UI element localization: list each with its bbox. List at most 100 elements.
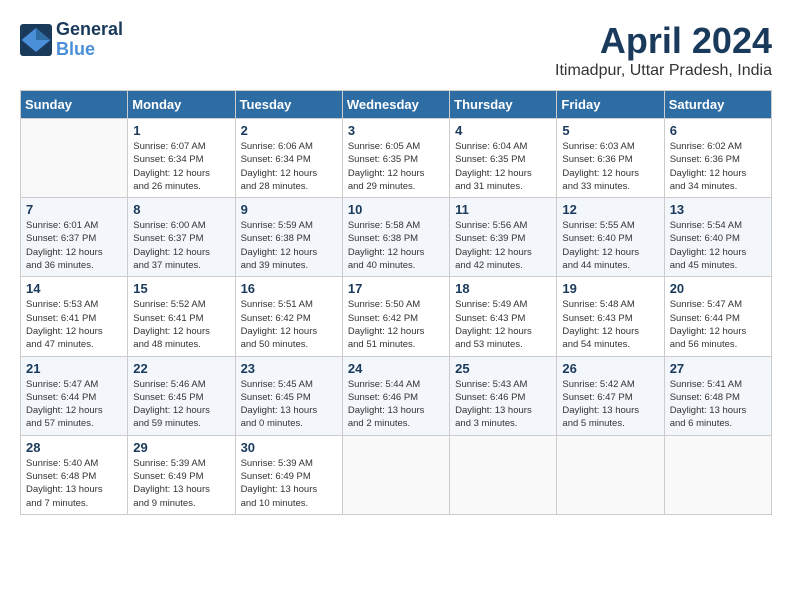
day-info: Sunrise: 5:40 AM Sunset: 6:48 PM Dayligh… [26,457,122,510]
day-number: 4 [455,123,551,138]
day-number: 21 [26,361,122,376]
day-info: Sunrise: 5:53 AM Sunset: 6:41 PM Dayligh… [26,298,122,351]
calendar-cell: 18 Sunrise: 5:49 AM Sunset: 6:43 PM Dayli… [450,277,557,356]
calendar-cell: 23 Sunrise: 5:45 AM Sunset: 6:45 PM Dayli… [235,356,342,435]
day-number: 19 [562,281,658,296]
calendar-cell: 25 Sunrise: 5:43 AM Sunset: 6:46 PM Dayli… [450,356,557,435]
col-header-tuesday: Tuesday [235,91,342,119]
calendar-cell: 8 Sunrise: 6:00 AM Sunset: 6:37 PM Daylig… [128,198,235,277]
calendar-cell: 28 Sunrise: 5:40 AM Sunset: 6:48 PM Dayli… [21,435,128,514]
day-info: Sunrise: 5:49 AM Sunset: 6:43 PM Dayligh… [455,298,551,351]
logo-text: General Blue [56,20,123,60]
calendar-cell [342,435,449,514]
day-info: Sunrise: 5:47 AM Sunset: 6:44 PM Dayligh… [670,298,766,351]
day-info: Sunrise: 5:54 AM Sunset: 6:40 PM Dayligh… [670,219,766,272]
day-info: Sunrise: 5:43 AM Sunset: 6:46 PM Dayligh… [455,378,551,431]
calendar-cell: 29 Sunrise: 5:39 AM Sunset: 6:49 PM Dayli… [128,435,235,514]
day-info: Sunrise: 5:59 AM Sunset: 6:38 PM Dayligh… [241,219,337,272]
calendar-cell: 27 Sunrise: 5:41 AM Sunset: 6:48 PM Dayli… [664,356,771,435]
day-number: 16 [241,281,337,296]
day-number: 22 [133,361,229,376]
calendar-cell: 3 Sunrise: 6:05 AM Sunset: 6:35 PM Daylig… [342,119,449,198]
day-number: 26 [562,361,658,376]
day-number: 6 [670,123,766,138]
day-number: 7 [26,202,122,217]
day-number: 25 [455,361,551,376]
calendar-cell: 12Sunrise: 5:55 AM Sunset: 6:40 PM Dayli… [557,198,664,277]
day-number: 15 [133,281,229,296]
calendar-cell: 19 Sunrise: 5:48 AM Sunset: 6:43 PM Dayli… [557,277,664,356]
calendar-cell: 1 Sunrise: 6:07 AM Sunset: 6:34 PM Daylig… [128,119,235,198]
calendar-subtitle: Itimadpur, Uttar Pradesh, India [555,62,772,80]
day-info: Sunrise: 5:42 AM Sunset: 6:47 PM Dayligh… [562,378,658,431]
day-info: Sunrise: 5:51 AM Sunset: 6:42 PM Dayligh… [241,298,337,351]
day-number: 10 [348,202,444,217]
day-number: 2 [241,123,337,138]
day-number: 17 [348,281,444,296]
logo: General Blue [20,20,123,60]
calendar-cell: 14 Sunrise: 5:53 AM Sunset: 6:41 PM Dayli… [21,277,128,356]
day-info: Sunrise: 5:44 AM Sunset: 6:46 PM Dayligh… [348,378,444,431]
calendar-cell: 16 Sunrise: 5:51 AM Sunset: 6:42 PM Dayli… [235,277,342,356]
calendar-cell: 13 Sunrise: 5:54 AM Sunset: 6:40 PM Dayli… [664,198,771,277]
calendar-cell: 21 Sunrise: 5:47 AM Sunset: 6:44 PM Dayli… [21,356,128,435]
day-number: 8 [133,202,229,217]
calendar-cell: 7 Sunrise: 6:01 AM Sunset: 6:37 PM Daylig… [21,198,128,277]
calendar-table: SundayMondayTuesdayWednesdayThursdayFrid… [20,90,772,515]
calendar-cell: 10 Sunrise: 5:58 AM Sunset: 6:38 PM Dayli… [342,198,449,277]
calendar-cell [664,435,771,514]
calendar-cell: 6 Sunrise: 6:02 AM Sunset: 6:36 PM Daylig… [664,119,771,198]
day-number: 24 [348,361,444,376]
calendar-title: April 2024 [555,20,772,62]
day-number: 18 [455,281,551,296]
day-number: 20 [670,281,766,296]
col-header-saturday: Saturday [664,91,771,119]
day-number: 30 [241,440,337,455]
day-number: 27 [670,361,766,376]
calendar-cell: 2 Sunrise: 6:06 AM Sunset: 6:34 PM Daylig… [235,119,342,198]
calendar-cell [450,435,557,514]
day-number: 23 [241,361,337,376]
day-info: Sunrise: 5:52 AM Sunset: 6:41 PM Dayligh… [133,298,229,351]
calendar-cell: 20 Sunrise: 5:47 AM Sunset: 6:44 PM Dayli… [664,277,771,356]
calendar-cell: 9 Sunrise: 5:59 AM Sunset: 6:38 PM Daylig… [235,198,342,277]
calendar-cell: 17 Sunrise: 5:50 AM Sunset: 6:42 PM Dayli… [342,277,449,356]
calendar-cell: 22 Sunrise: 5:46 AM Sunset: 6:45 PM Dayli… [128,356,235,435]
calendar-cell: 15 Sunrise: 5:52 AM Sunset: 6:41 PM Dayli… [128,277,235,356]
calendar-cell [21,119,128,198]
day-info: Sunrise: 6:05 AM Sunset: 6:35 PM Dayligh… [348,140,444,193]
col-header-monday: Monday [128,91,235,119]
calendar-cell: 26 Sunrise: 5:42 AM Sunset: 6:47 PM Dayli… [557,356,664,435]
day-info: Sunrise: 5:50 AM Sunset: 6:42 PM Dayligh… [348,298,444,351]
day-number: 1 [133,123,229,138]
calendar-cell: 24 Sunrise: 5:44 AM Sunset: 6:46 PM Dayli… [342,356,449,435]
day-number: 29 [133,440,229,455]
day-info: Sunrise: 6:03 AM Sunset: 6:36 PM Dayligh… [562,140,658,193]
calendar-cell: 5 Sunrise: 6:03 AM Sunset: 6:36 PM Daylig… [557,119,664,198]
day-info: Sunrise: 5:46 AM Sunset: 6:45 PM Dayligh… [133,378,229,431]
day-number: 13 [670,202,766,217]
day-info: Sunrise: 5:45 AM Sunset: 6:45 PM Dayligh… [241,378,337,431]
day-info: Sunrise: 5:48 AM Sunset: 6:43 PM Dayligh… [562,298,658,351]
day-info: Sunrise: 5:58 AM Sunset: 6:38 PM Dayligh… [348,219,444,272]
day-info: Sunrise: 6:00 AM Sunset: 6:37 PM Dayligh… [133,219,229,272]
day-info: Sunrise: 5:41 AM Sunset: 6:48 PM Dayligh… [670,378,766,431]
day-number: 14 [26,281,122,296]
day-number: 9 [241,202,337,217]
day-number: 3 [348,123,444,138]
day-info: Sunrise: 6:07 AM Sunset: 6:34 PM Dayligh… [133,140,229,193]
day-info: Sunrise: 6:02 AM Sunset: 6:36 PM Dayligh… [670,140,766,193]
day-number: 11 [455,202,551,217]
day-info: Sunrise: 6:04 AM Sunset: 6:35 PM Dayligh… [455,140,551,193]
day-info: Sunrise: 5:39 AM Sunset: 6:49 PM Dayligh… [133,457,229,510]
calendar-cell: 11 Sunrise: 5:56 AM Sunset: 6:39 PM Dayli… [450,198,557,277]
day-info: Sunrise: 5:56 AM Sunset: 6:39 PM Dayligh… [455,219,551,272]
day-info: Sunrise: 6:01 AM Sunset: 6:37 PM Dayligh… [26,219,122,272]
day-number: 12 [562,202,658,217]
day-info: Sunrise: 5:47 AM Sunset: 6:44 PM Dayligh… [26,378,122,431]
day-info: Sunrise: 6:06 AM Sunset: 6:34 PM Dayligh… [241,140,337,193]
logo-icon [20,24,52,56]
day-number: 5 [562,123,658,138]
col-header-thursday: Thursday [450,91,557,119]
day-number: 28 [26,440,122,455]
